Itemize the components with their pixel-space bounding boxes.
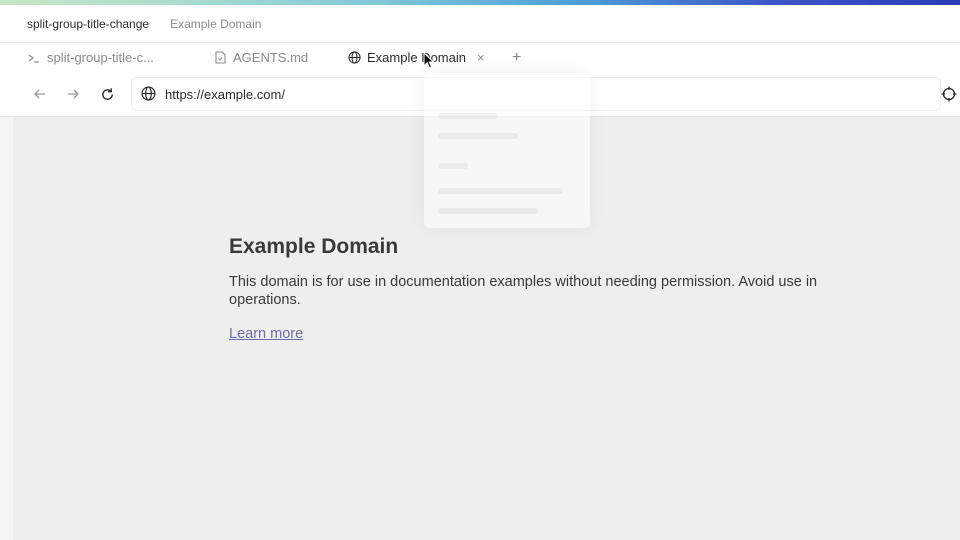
new-tab-button[interactable]: + bbox=[512, 43, 521, 72]
element-picker-button[interactable] bbox=[940, 85, 958, 103]
page-body-text: This domain is for use in documentation … bbox=[229, 274, 818, 308]
tab-label: AGENTS.md bbox=[233, 50, 309, 65]
terminal-icon bbox=[27, 51, 41, 65]
mouse-cursor-icon bbox=[423, 52, 435, 69]
arrow-left-icon bbox=[34, 89, 45, 99]
back-button[interactable] bbox=[31, 85, 49, 103]
arrow-right-icon bbox=[68, 89, 79, 99]
tab-agents-md[interactable]: AGENTS.md bbox=[213, 43, 308, 72]
forward-button[interactable] bbox=[64, 85, 82, 103]
tab-label: split-group-title-c... bbox=[47, 50, 154, 65]
page-heading: Example Domain bbox=[229, 235, 399, 258]
crosshair-icon bbox=[941, 86, 957, 102]
viewport-edge bbox=[0, 117, 13, 540]
reload-button[interactable] bbox=[98, 85, 116, 103]
learn-more-link[interactable]: Learn more bbox=[229, 326, 303, 342]
page-title: Example Domain bbox=[170, 16, 262, 31]
close-tab-button[interactable]: × bbox=[477, 43, 485, 72]
tab-bar: split-group-title-c... AGENTS.md Example… bbox=[0, 43, 960, 72]
workspace-title: split-group-title-change bbox=[27, 16, 150, 31]
globe-icon bbox=[141, 86, 157, 102]
url-text[interactable]: https://example.com/ bbox=[165, 87, 285, 102]
fading-dropdown-menu bbox=[424, 73, 590, 228]
tab-terminal[interactable]: split-group-title-c... bbox=[27, 43, 154, 72]
page-content: Example Domain This domain is for use in… bbox=[229, 235, 869, 343]
window-title-bar: split-group-title-change Example Domain bbox=[0, 5, 960, 43]
file-icon bbox=[213, 51, 227, 65]
tab-example-domain[interactable]: Example Domain bbox=[347, 43, 466, 72]
tab-label: Example Domain bbox=[367, 50, 466, 65]
reload-icon bbox=[101, 87, 113, 100]
globe-icon bbox=[347, 51, 361, 65]
